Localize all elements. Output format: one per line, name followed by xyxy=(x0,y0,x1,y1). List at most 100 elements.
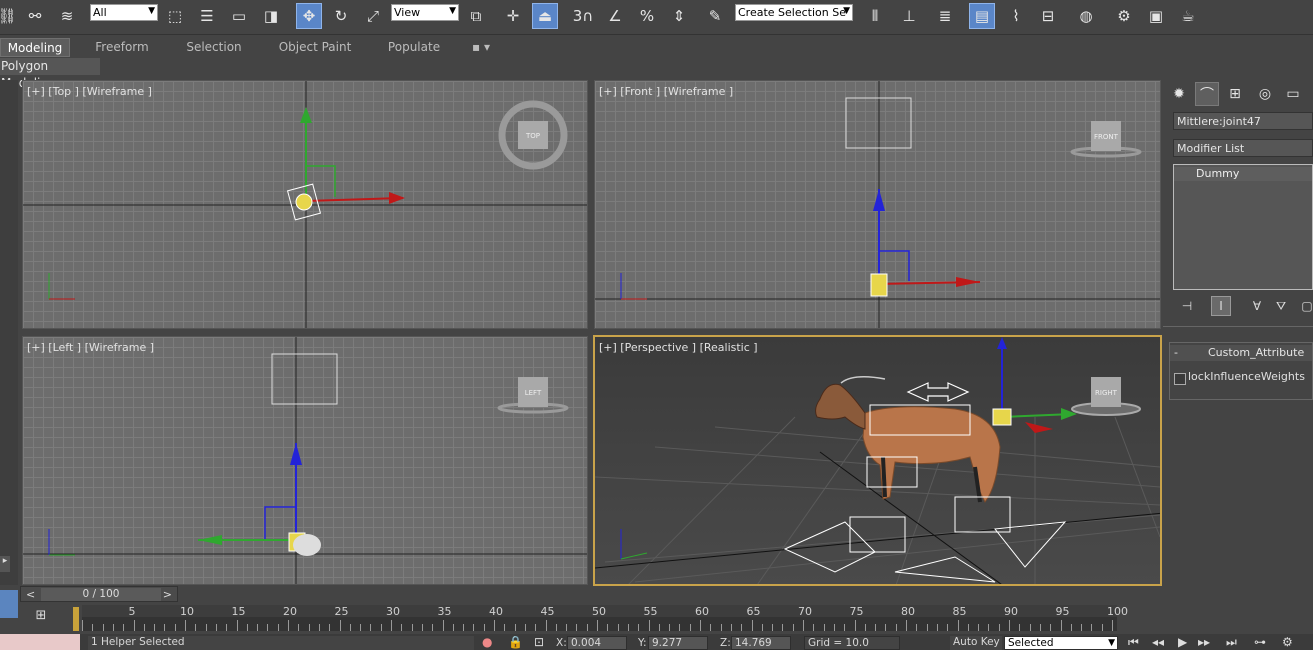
time-prev-button[interactable]: < xyxy=(26,588,35,601)
time-next-button[interactable]: > xyxy=(163,588,172,601)
next-frame-icon[interactable]: ▸▸ xyxy=(1198,635,1210,649)
hierarchy-tab-icon[interactable]: ⊞ xyxy=(1223,82,1247,106)
collapse-left-icon[interactable]: ▸ xyxy=(0,556,10,572)
key-mode-icon[interactable]: ⊶ xyxy=(1254,635,1266,649)
tab-modeling[interactable]: Modeling xyxy=(0,38,70,57)
track-tick xyxy=(267,624,269,631)
select-by-name-icon[interactable]: ☰ xyxy=(194,3,220,29)
ribbon-options-icon[interactable]: ▪ ▾ xyxy=(466,38,496,57)
absolute-mode-icon[interactable]: ⊡ xyxy=(534,635,544,649)
key-filter-dropdown[interactable]: Selected ▼ xyxy=(1004,636,1118,650)
svg-text:LEFT: LEFT xyxy=(525,389,542,397)
x-coordinate-field[interactable]: 0.004 xyxy=(567,636,627,650)
current-frame-marker[interactable] xyxy=(73,607,79,631)
track-tick-label: 25 xyxy=(334,605,349,618)
tab-object-paint[interactable]: Object Paint xyxy=(272,38,358,57)
track-tick xyxy=(215,624,217,631)
viewport-front-canvas: FRONT xyxy=(595,81,1160,328)
make-unique-icon[interactable]: ∀ xyxy=(1247,296,1267,316)
tab-selection[interactable]: Selection xyxy=(176,38,252,57)
align-icon[interactable]: ⊥ xyxy=(896,3,922,29)
lock-influence-checkbox[interactable] xyxy=(1174,373,1186,385)
z-coordinate-field[interactable]: 14.769 xyxy=(731,636,791,650)
track-tick-label: 50 xyxy=(592,605,606,618)
viewport-label-perspective[interactable]: [+] [Perspective ] [Realistic ] xyxy=(599,341,758,354)
rollout-header[interactable]: - Custom_Attribute xyxy=(1170,345,1312,361)
create-tab-icon[interactable]: ✹ xyxy=(1167,82,1191,106)
dummy-helper[interactable] xyxy=(992,408,1012,426)
modify-tab-icon[interactable]: ⌒ xyxy=(1195,82,1219,106)
show-end-result-icon[interactable]: I xyxy=(1211,296,1231,316)
reference-coord-dropdown[interactable]: View ▼ xyxy=(391,4,459,21)
modifier-stack[interactable]: Dummy xyxy=(1173,164,1313,290)
bind-spacewarp-icon[interactable]: ≋ xyxy=(54,3,80,29)
y-coordinate-field[interactable]: 9.277 xyxy=(648,636,708,650)
gizmo-x-axis[interactable] xyxy=(305,197,404,202)
tab-populate[interactable]: Populate xyxy=(380,38,448,57)
viewport-top[interactable]: TOP [+] [Top ] [Wireframe ] xyxy=(22,80,588,329)
pin-stack-icon[interactable]: ⊣ xyxy=(1177,296,1197,316)
curve-editor-icon[interactable]: ⌇ xyxy=(1003,3,1029,29)
viewport-layout-icon[interactable] xyxy=(0,590,18,618)
spinner-snap-icon[interactable]: ⇕ xyxy=(666,3,692,29)
track-tick-label: 45 xyxy=(540,605,555,618)
track-tick xyxy=(473,624,475,631)
link-icon[interactable]: ⛓ xyxy=(0,3,20,29)
isolate-selection-icon[interactable]: ● xyxy=(482,635,492,649)
go-to-end-icon[interactable]: ⏭ xyxy=(1226,635,1237,650)
time-slider[interactable]: < 0 / 100 > xyxy=(20,586,178,602)
unlink-icon[interactable]: ⚯ xyxy=(22,3,48,29)
rendered-frame-window-icon[interactable]: ▣ xyxy=(1143,3,1169,29)
rotate-icon[interactable]: ↻ xyxy=(328,3,354,29)
angle-snap-icon[interactable]: ∠ xyxy=(602,3,628,29)
polygon-modeling-panel[interactable]: Polygon Modeling xyxy=(0,58,100,90)
layer-manager-icon[interactable]: ≣ xyxy=(932,3,958,29)
object-name-field[interactable]: Mittlere:joint47 xyxy=(1173,112,1313,130)
rect-selection-icon[interactable]: ▭ xyxy=(226,3,252,29)
snaps-toggle-icon[interactable]: 3 ∩ xyxy=(570,3,596,29)
time-slider-thumb[interactable]: 0 / 100 xyxy=(41,588,161,601)
render-production-icon[interactable]: ☕ xyxy=(1175,3,1201,29)
motion-tab-icon[interactable]: ◎ xyxy=(1253,82,1277,106)
key-editor-icon[interactable]: ⊞ xyxy=(30,608,52,628)
display-tab-icon[interactable]: ▭ xyxy=(1281,82,1305,106)
move-icon[interactable]: ✥ xyxy=(296,3,322,29)
percent-snap-icon[interactable]: % xyxy=(634,3,660,29)
dummy-helper[interactable] xyxy=(870,273,888,297)
window-crossing-icon[interactable]: ◨ xyxy=(258,3,284,29)
render-setup-icon[interactable]: ⚙ xyxy=(1111,3,1137,29)
stack-item-dummy[interactable]: Dummy xyxy=(1174,167,1312,181)
viewport-front[interactable]: FRONT [+] [Front ] [Wireframe ] xyxy=(594,80,1161,329)
auto-key-button[interactable]: Auto Key xyxy=(950,636,1002,650)
mirror-icon[interactable]: ⫴ xyxy=(862,3,888,29)
play-icon[interactable]: ▶ xyxy=(1178,635,1187,649)
go-to-start-icon[interactable]: ⏮ xyxy=(1128,635,1139,650)
edit-named-selection-icon[interactable]: ✎ xyxy=(702,3,728,29)
viewport-left[interactable]: LEFT [+] [Left ] [Wireframe ] xyxy=(22,336,588,585)
selection-filter-dropdown[interactable]: All ▼ xyxy=(90,4,158,21)
track-tick xyxy=(411,624,413,631)
previous-frame-icon[interactable]: ◂◂ xyxy=(1152,635,1164,649)
time-configuration-icon[interactable]: ⚙ xyxy=(1282,635,1293,649)
track-tick xyxy=(226,624,228,631)
scale-icon[interactable]: ⤢ xyxy=(360,3,386,29)
viewport-label-left[interactable]: [+] [Left ] [Wireframe ] xyxy=(27,341,154,354)
select-manipulate-icon[interactable]: ✛ xyxy=(500,3,526,29)
lock-selection-icon[interactable]: 🔒 xyxy=(508,635,523,649)
schematic-view-icon[interactable]: ⊟ xyxy=(1035,3,1061,29)
viewport-perspective[interactable]: RIGHT [+] [Perspective ] [Realistic ] xyxy=(593,335,1162,586)
select-object-icon[interactable]: ⬚ xyxy=(162,3,188,29)
remove-modifier-icon[interactable]: ⛛ xyxy=(1271,296,1291,316)
keyboard-shortcut-override-icon[interactable]: ⏏ xyxy=(532,3,558,29)
tab-freeform[interactable]: Freeform xyxy=(84,38,160,57)
named-selection-dropdown[interactable]: Create Selection Se ▼ xyxy=(735,4,853,21)
track-bar[interactable]: 5 10 15 20 25 30 35 40 45 50 55 60 65 70 75 80 85 90 95 100 xyxy=(73,605,1128,631)
configure-sets-icon[interactable]: ▢ xyxy=(1297,296,1313,316)
material-editor-icon[interactable]: ◍ xyxy=(1073,3,1099,29)
viewport-label-front[interactable]: [+] [Front ] [Wireframe ] xyxy=(599,85,733,98)
scene-explorer-icon[interactable]: ▤ xyxy=(969,3,995,29)
modifier-list-dropdown[interactable]: Modifier List xyxy=(1173,139,1313,157)
maxscript-listener[interactable] xyxy=(0,634,80,650)
viewport-label-top[interactable]: [+] [Top ] [Wireframe ] xyxy=(27,85,152,98)
pivot-center-icon[interactable]: ⧉ xyxy=(463,3,489,29)
